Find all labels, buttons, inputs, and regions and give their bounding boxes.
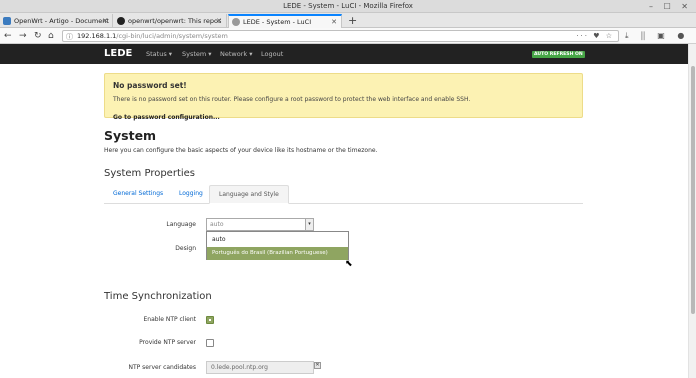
- window-title: LEDE - System - LuCI - Mozilla Firefox: [283, 2, 413, 10]
- scrollbar-thumb[interactable]: [691, 66, 695, 314]
- url-action-icons[interactable]: ··· ♥ ☆: [576, 31, 614, 41]
- navigation-bar: ← → ↻ ⌂ ⓘ 192.168.1.1/cgi-bin/luci/admin…: [0, 28, 696, 54]
- language-option-pt-br[interactable]: Português do Brasil (Brazilian Portugues…: [207, 247, 348, 260]
- close-tab-icon[interactable]: ✕: [102, 14, 108, 28]
- page-description: Here you can configure the basic aspects…: [104, 147, 378, 154]
- system-properties-tabs: General Settings Logging Language and St…: [104, 185, 583, 204]
- page-scrollbar[interactable]: [688, 44, 696, 378]
- no-password-alert: No password set! There is no password se…: [104, 73, 583, 121]
- url-host: 192.168.1.1: [77, 32, 117, 40]
- language-label: Language: [166, 221, 196, 228]
- password-config-link[interactable]: Go to password configuration...: [113, 114, 220, 121]
- auto-refresh-badge[interactable]: AUTO REFRESH ON: [532, 51, 585, 58]
- provide-ntp-label: Provide NTP server: [139, 339, 196, 346]
- brand-logo[interactable]: LEDE: [104, 46, 132, 62]
- page-title: System: [104, 128, 157, 143]
- provide-ntp-checkbox[interactable]: [206, 339, 214, 347]
- language-option-auto[interactable]: auto: [207, 233, 348, 246]
- language-select[interactable]: auto ▾: [206, 218, 314, 231]
- mouse-cursor-icon: ⬉: [345, 259, 353, 269]
- alert-title: No password set!: [113, 81, 187, 90]
- menu-logout[interactable]: Logout: [261, 47, 283, 61]
- menu-system[interactable]: System ▾: [182, 47, 212, 61]
- browser-tab-openwrt-artigo[interactable]: OpenWrt - Artigo - Document ✕: [0, 14, 113, 28]
- ntp-server-input[interactable]: 0.lede.pool.ntp.org: [206, 361, 314, 374]
- forward-button[interactable]: →: [19, 29, 27, 43]
- menu-network[interactable]: Network ▾: [220, 47, 252, 61]
- tab-general-settings[interactable]: General Settings: [104, 185, 172, 204]
- ntp-candidates-label: NTP server candidates: [128, 364, 197, 371]
- time-sync-heading: Time Synchronization: [104, 291, 212, 302]
- enable-ntp-checkbox[interactable]: [206, 316, 214, 324]
- dropdown-arrow-icon[interactable]: ▾: [305, 219, 313, 230]
- design-label: Design: [175, 245, 196, 252]
- tab-logging[interactable]: Logging: [170, 185, 212, 204]
- enable-ntp-label: Enable NTP client: [143, 316, 196, 323]
- github-favicon-icon: [117, 17, 125, 25]
- window-titlebar: LEDE - System - LuCI - Mozilla Firefox –…: [0, 0, 696, 13]
- close-tab-icon[interactable]: ✕: [331, 16, 337, 28]
- luci-header: LEDE Status ▾ System ▾ Network ▾ Logout …: [0, 44, 688, 64]
- info-icon[interactable]: ⓘ: [66, 32, 73, 42]
- reload-button[interactable]: ↻: [34, 29, 42, 43]
- system-properties-heading: System Properties: [104, 168, 196, 179]
- language-select-value: auto: [210, 221, 224, 228]
- close-tab-icon[interactable]: ✕: [216, 14, 222, 28]
- tab-language-and-style[interactable]: Language and Style: [209, 185, 289, 204]
- alert-text: There is no password set on this router.…: [113, 96, 471, 103]
- browser-tab-lede[interactable]: LEDE - System - LuCI ✕: [228, 14, 342, 28]
- url-bar[interactable]: ⓘ 192.168.1.1/cgi-bin/luci/admin/system/…: [62, 30, 619, 42]
- page-favicon-icon: [232, 18, 240, 26]
- remove-entry-icon[interactable]: ✕: [314, 362, 321, 369]
- menu-status[interactable]: Status ▾: [146, 47, 172, 61]
- window-controls[interactable]: – ☐ ✕: [649, 0, 692, 13]
- openwrt-favicon-icon: [3, 17, 11, 25]
- back-button[interactable]: ←: [4, 29, 12, 43]
- url-path: /cgi-bin/luci/admin/system/system: [116, 32, 228, 40]
- ntp-server-value: 0.lede.pool.ntp.org: [211, 364, 268, 371]
- browser-tab-github[interactable]: openwrt/openwrt: This repos ✕: [114, 14, 227, 28]
- new-tab-button[interactable]: +: [348, 13, 357, 28]
- home-button[interactable]: ⌂: [48, 29, 54, 43]
- language-dropdown-list: auto Português do Brasil (Brazilian Port…: [206, 231, 349, 260]
